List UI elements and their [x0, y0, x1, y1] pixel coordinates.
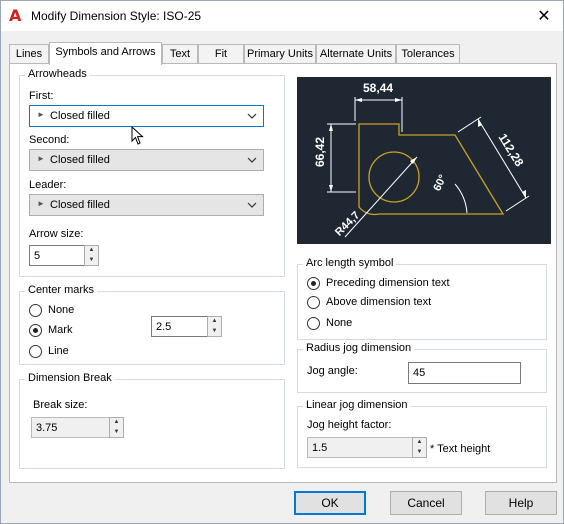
tab-primary-units[interactable]: Primary Units — [244, 44, 316, 64]
dimension-preview: 58,44 66,42 112,28 60° R44,7 — [297, 77, 551, 244]
jog-height-factor-stepper[interactable]: ▲▼ — [307, 437, 427, 458]
arc-length-symbol-title: Arc length symbol — [303, 257, 397, 269]
arrow-size-spin-buttons[interactable]: ▲ ▼ — [84, 245, 99, 266]
center-mark-mark-label: Mark — [48, 324, 73, 336]
leader-arrowhead-value: Closed filled — [50, 199, 110, 211]
break-size-input[interactable] — [31, 417, 110, 438]
spin-down-icon[interactable]: ▼ — [413, 448, 426, 457]
preview-dim-left: 66,42 — [313, 136, 328, 168]
tab-fit[interactable]: Fit — [198, 44, 244, 64]
jog-height-factor-input[interactable] — [307, 437, 413, 458]
jog-height-spin-buttons[interactable]: ▲ ▼ — [412, 437, 427, 458]
arrow-size-input[interactable] — [29, 245, 85, 266]
mouse-cursor-icon — [131, 126, 144, 145]
spin-down-icon[interactable]: ▼ — [85, 256, 98, 265]
chevron-down-icon — [247, 113, 257, 119]
jog-angle-label: Jog angle: — [307, 365, 358, 377]
second-arrowhead-value: Closed filled — [50, 154, 110, 166]
arrow-size-stepper[interactable]: ▲▼ — [29, 245, 99, 266]
second-label: Second: — [29, 134, 70, 146]
break-size-label: Break size: — [33, 399, 88, 411]
spin-up-icon[interactable]: ▲ — [413, 438, 426, 447]
spin-down-icon[interactable]: ▼ — [208, 327, 221, 336]
center-mark-none-label: None — [48, 304, 75, 316]
tab-tolerances[interactable]: Tolerances — [396, 44, 460, 64]
help-button[interactable]: Help — [485, 491, 557, 515]
window-title: Modify Dimension Style: ISO-25 — [31, 9, 202, 23]
radio-circle — [29, 345, 42, 358]
chevron-down-icon — [247, 157, 257, 163]
arrowheads-title: Arrowheads — [25, 68, 90, 80]
jog-height-factor-label: Jog height factor: — [307, 419, 392, 431]
radio-circle — [307, 277, 320, 290]
spin-up-icon[interactable]: ▲ — [85, 246, 98, 255]
preview-dim-top: 58,44 — [363, 81, 394, 95]
break-size-stepper[interactable]: ▲▼ — [31, 417, 124, 438]
linear-jog-title: Linear jog dimension — [303, 399, 411, 411]
center-mark-size-spin-buttons[interactable]: ▲ ▼ — [207, 316, 222, 337]
radius-jog-title: Radius jog dimension — [303, 342, 415, 354]
jog-angle-input[interactable] — [408, 362, 521, 384]
center-mark-size-input[interactable] — [151, 316, 208, 337]
center-marks-title: Center marks — [25, 284, 98, 296]
text-height-suffix: * Text height — [430, 443, 491, 455]
spin-down-icon[interactable]: ▼ — [110, 428, 123, 437]
arrowhead-icon: ► — [37, 154, 45, 163]
dialog-window: A Modify Dimension Style: ISO-25 ✕ Lines… — [0, 0, 564, 524]
spin-up-icon[interactable]: ▲ — [208, 317, 221, 326]
radio-circle — [29, 304, 42, 317]
ok-button[interactable]: OK — [294, 491, 366, 515]
cancel-button[interactable]: Cancel — [390, 491, 462, 515]
arc-above-label: Above dimension text — [326, 296, 432, 308]
center-mark-line-label: Line — [48, 345, 69, 357]
first-label: First: — [29, 90, 54, 102]
chevron-down-icon — [247, 202, 257, 208]
first-arrowhead-value: Closed filled — [50, 110, 110, 122]
arc-none-label: None — [326, 317, 353, 329]
autocad-app-icon: A — [9, 6, 22, 25]
radio-circle — [307, 317, 320, 330]
tab-symbols-and-arrows[interactable]: Symbols and Arrows — [49, 42, 162, 65]
first-arrowhead-select[interactable]: ► Closed filled — [29, 105, 264, 127]
dimension-break-title: Dimension Break — [25, 372, 115, 384]
arrowhead-icon: ► — [37, 110, 45, 119]
break-size-spin-buttons[interactable]: ▲ ▼ — [109, 417, 124, 438]
tab-alternate-units[interactable]: Alternate Units — [316, 44, 396, 64]
leader-arrowhead-select[interactable]: ► Closed filled — [29, 194, 264, 216]
spin-up-icon[interactable]: ▲ — [110, 418, 123, 427]
arrowhead-icon: ► — [37, 199, 45, 208]
close-icon[interactable]: ✕ — [533, 5, 555, 27]
radio-circle — [307, 296, 320, 309]
center-mark-size-stepper[interactable]: ▲▼ — [151, 316, 222, 337]
tab-text[interactable]: Text — [162, 44, 198, 64]
title-bar: A Modify Dimension Style: ISO-25 ✕ — [1, 1, 563, 31]
arc-preceding-label: Preceding dimension text — [326, 277, 450, 289]
radio-circle — [29, 324, 42, 337]
arrow-size-label: Arrow size: — [29, 228, 84, 240]
leader-label: Leader: — [29, 179, 67, 191]
second-arrowhead-select[interactable]: ► Closed filled — [29, 149, 264, 171]
tab-lines[interactable]: Lines — [9, 44, 49, 64]
